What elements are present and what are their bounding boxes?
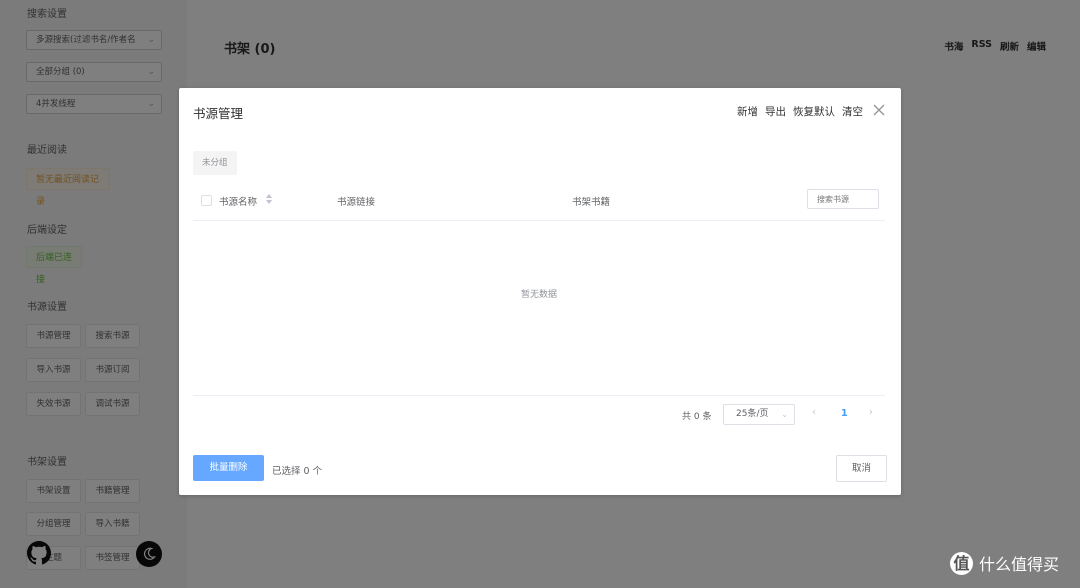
table-header: 书源名称 书源链接 书架书籍 — [193, 188, 885, 221]
close-icon[interactable] — [873, 104, 885, 116]
watermark-text: 什么值得买 — [979, 555, 1060, 574]
restore-default-button[interactable]: 恢复默认 — [793, 104, 835, 119]
column-source-url: 书源链接 — [337, 197, 376, 208]
selected-count: 已选择 0 个 — [272, 466, 323, 477]
chevron-down-icon: ⌄ — [781, 410, 788, 419]
sort-icon[interactable] — [265, 193, 273, 205]
page-size-select[interactable]: 25条/页 ⌄ — [723, 404, 795, 425]
clear-button[interactable]: 清空 — [842, 104, 863, 119]
source-manage-dialog: 书源管理 新增 导出 恢复默认 清空 未分组 书源名称 书源链接 书架书籍 暂无… — [179, 88, 901, 495]
dialog-actions: 新增 导出 恢复默认 清空 — [737, 104, 863, 119]
dialog-title: 书源管理 — [193, 106, 244, 121]
add-source-button[interactable]: 新增 — [737, 104, 758, 119]
source-search-input[interactable] — [807, 189, 879, 209]
batch-delete-button[interactable]: 批量删除 — [193, 455, 264, 481]
prev-page-button[interactable]: ‹ — [812, 407, 816, 418]
table-divider — [193, 395, 885, 396]
cancel-button[interactable]: 取消 — [836, 455, 887, 482]
column-source-name[interactable]: 书源名称 — [219, 194, 257, 208]
next-page-button[interactable]: › — [869, 407, 873, 418]
empty-text: 暂无数据 — [520, 290, 557, 300]
watermark: 值 什么值得买 — [950, 551, 1059, 575]
column-shelf-books: 书架书籍 — [572, 197, 611, 208]
page-number-current[interactable]: 1 — [841, 408, 848, 419]
select-all-checkbox[interactable] — [201, 195, 212, 206]
tab-ungrouped[interactable]: 未分组 — [193, 151, 237, 175]
pagination-total: 共 0 条 — [682, 412, 712, 422]
watermark-logo: 值 — [950, 551, 973, 575]
page-size-value: 25条/页 — [736, 409, 769, 419]
export-button[interactable]: 导出 — [765, 104, 786, 119]
